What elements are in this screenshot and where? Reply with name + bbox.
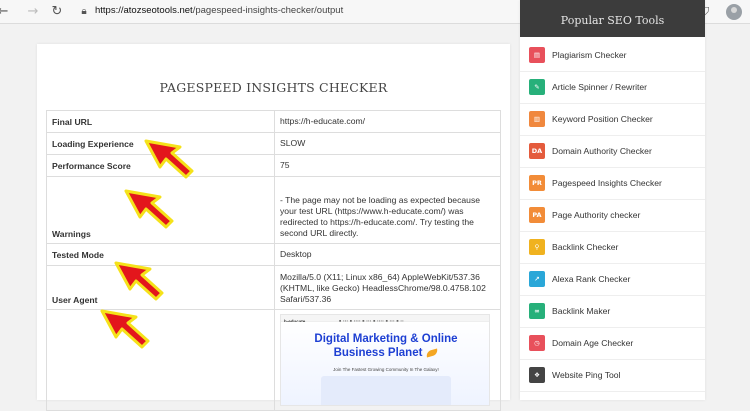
link-icon: ⚲	[529, 239, 545, 255]
sidebar-header: Popular SEO Tools	[520, 0, 705, 37]
screenshot-heading-line1: Digital Marketing & Online	[314, 333, 458, 345]
row-label	[46, 309, 275, 411]
sidebar-item-label: Website Ping Tool	[552, 370, 621, 380]
sidebar-item[interactable]: ⚲ Backlink Checker	[520, 232, 705, 264]
row-value: SLOW	[274, 132, 501, 155]
url-domain: https://atozseotools.net	[95, 5, 193, 16]
sidebar-item[interactable]: ↗ Alexa Rank Checker	[520, 264, 705, 296]
popular-tools-sidebar: Popular SEO Tools ▤ Plagiarism Checker ✎ Ar…	[520, 0, 705, 400]
reload-icon[interactable]: ↻	[48, 3, 66, 21]
sidebar-item-label: Domain Authority Checker	[552, 146, 652, 156]
screenshot-banner	[321, 376, 451, 405]
sidebar-item-label: Plagiarism Checker	[552, 50, 627, 60]
sidebar-item-label: Domain Age Checker	[552, 338, 634, 348]
sidebar-item[interactable]: ▥ Keyword Position Checker	[520, 104, 705, 136]
ping-icon: ❖	[529, 367, 545, 383]
sidebar-item[interactable]: ▤ Plagiarism Checker	[520, 40, 705, 72]
table-row: Loading Experience SLOW	[46, 132, 501, 155]
page-scrollbar[interactable]	[740, 24, 750, 400]
pen-icon: ✎	[529, 79, 545, 95]
screenshot-subheading: Join The Fastest Growing Community In Th…	[333, 367, 439, 372]
screenshot-nav: h-educate ■ ▪▪▪ ■ ▪▪▪▪ ■ ▪▪▪ ■ ▪▪▪▪ ■ ▪▪…	[281, 315, 489, 324]
table-row: Final URL https://h-educate.com/	[46, 110, 501, 133]
bar-chart-icon: ▥	[529, 111, 545, 127]
leaf-icon	[425, 348, 439, 358]
sidebar-item-label: Alexa Rank Checker	[552, 274, 631, 284]
row-label: Final URL	[46, 110, 275, 133]
sidebar-item-label: Page Authority checker	[552, 210, 641, 220]
page-screenshot: h-educate ■ ▪▪▪ ■ ▪▪▪▪ ■ ▪▪▪ ■ ▪▪▪▪ ■ ▪▪…	[280, 314, 490, 406]
sidebar-item[interactable]: ✎ Article Spinner / Rewriter	[520, 72, 705, 104]
pr-icon: PR	[529, 175, 545, 191]
sidebar-item[interactable]: ∞ Backlink Maker	[520, 296, 705, 328]
screenshot-hero: Digital Marketing & Online Business Plan…	[281, 322, 489, 405]
screenshot-heading: Digital Marketing & Online Business Plan…	[281, 332, 489, 360]
table-row: Warnings - The page may not be loading a…	[46, 176, 501, 244]
back-icon[interactable]: ←	[0, 3, 12, 21]
red-arrow-icon	[124, 189, 174, 229]
page-title: PAGESPEED INSIGHTS CHECKER	[159, 80, 388, 95]
red-arrow-icon	[114, 261, 164, 301]
forward-icon[interactable]: →	[24, 3, 42, 21]
sidebar-item-label: Article Spinner / Rewriter	[552, 82, 648, 92]
url-text[interactable]: https://atozseotools.net/pagespeed-insig…	[95, 5, 343, 16]
url-path: /pagespeed-insights-checker/output	[192, 5, 344, 16]
row-value: https://h-educate.com/	[274, 110, 501, 133]
sidebar-title: Popular SEO Tools	[560, 14, 665, 27]
row-value: 75	[274, 154, 501, 177]
lock-icon[interactable]: 🔒︎	[76, 4, 92, 20]
row-value: h-educate ■ ▪▪▪ ■ ▪▪▪▪ ■ ▪▪▪ ■ ▪▪▪▪ ■ ▪▪…	[274, 309, 501, 411]
sidebar-item[interactable]: ◷ Domain Age Checker	[520, 328, 705, 360]
sidebar-item-label: Pagespeed Insights Checker	[552, 178, 662, 188]
sidebar-item[interactable]: PR Pagespeed Insights Checker	[520, 168, 705, 200]
row-value: Desktop	[274, 243, 501, 266]
da-icon: DA	[529, 143, 545, 159]
sidebar-item[interactable]: PA Page Authority checker	[520, 200, 705, 232]
row-value: Mozilla/5.0 (X11; Linux x86_64) AppleWeb…	[274, 265, 501, 310]
sidebar-item[interactable]: DA Domain Authority Checker	[520, 136, 705, 168]
sidebar-item-label: Keyword Position Checker	[552, 114, 653, 124]
screenshot-heading-line2: Business Planet	[333, 347, 423, 359]
clock-icon: ◷	[529, 335, 545, 351]
sidebar-item-label: Backlink Maker	[552, 306, 611, 316]
pa-icon: PA	[529, 207, 545, 223]
red-arrow-icon	[100, 309, 150, 349]
red-arrow-icon	[144, 139, 194, 179]
sidebar-item-label: Backlink Checker	[552, 242, 619, 252]
chain-icon: ∞	[529, 303, 545, 319]
row-value: - The page may not be loading as expecte…	[274, 176, 501, 244]
sidebar-item[interactable]: ❖ Website Ping Tool	[520, 360, 705, 392]
trend-icon: ↗	[529, 271, 545, 287]
avatar[interactable]	[726, 4, 742, 20]
document-icon: ▤	[529, 47, 545, 63]
table-row: Performance Score 75	[46, 154, 501, 177]
